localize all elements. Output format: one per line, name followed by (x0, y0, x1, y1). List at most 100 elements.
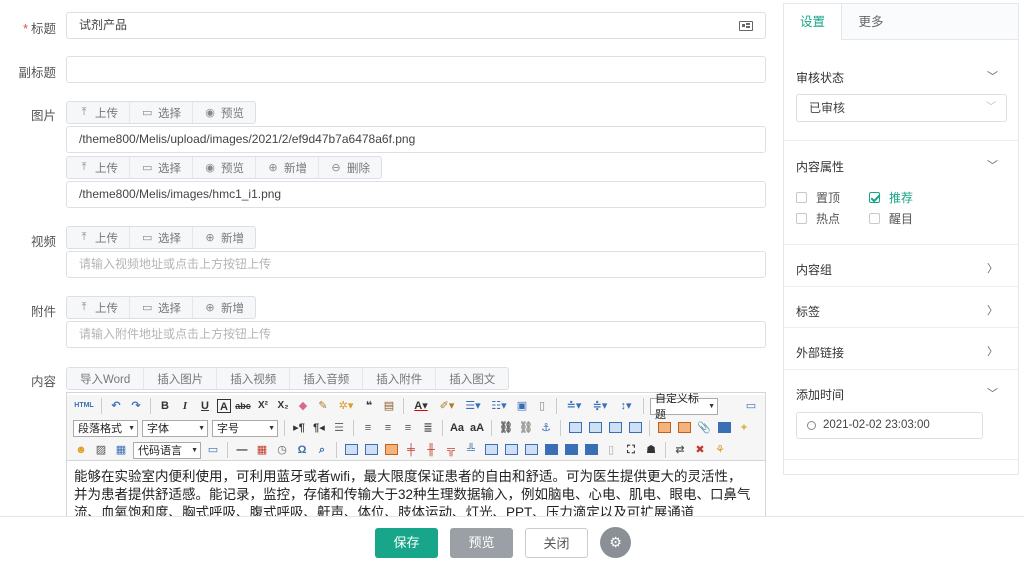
redo-icon[interactable]: ↷ (128, 398, 144, 414)
select-button[interactable]: ▭ 选择 (130, 227, 193, 248)
link-icon[interactable]: ⛓ (498, 420, 514, 436)
merge-down-icon[interactable] (523, 442, 539, 458)
blockquote-icon[interactable]: ❝ (361, 398, 377, 414)
upload-button[interactable]: ⤒ 上传 (67, 227, 130, 248)
drafts-icon[interactable]: ☗ (643, 442, 659, 458)
checkbox-highlight[interactable]: 醒目 (869, 210, 913, 227)
template-icon[interactable]: ▭ (205, 442, 221, 458)
align-justify-icon[interactable]: ≣ (420, 420, 436, 436)
review-status-select[interactable]: 已审核 ﹀ (796, 94, 1007, 122)
search-replace-icon[interactable]: ⌕ (314, 442, 330, 458)
indent-icon[interactable]: ☰ (331, 420, 347, 436)
emotion-icon[interactable]: ☻ (73, 442, 89, 458)
save-button[interactable]: 保存 (375, 528, 438, 558)
fullscreen-icon[interactable]: ▭ (743, 398, 759, 414)
italic-icon[interactable]: I (177, 398, 193, 414)
merge-cells-icon[interactable] (483, 442, 499, 458)
insert-col-icon[interactable]: ╦ (443, 442, 459, 458)
simple-upload-icon[interactable] (656, 420, 672, 436)
insert-article-button[interactable]: 插入图文 (436, 368, 508, 389)
editor-content[interactable]: 能够在实验室内便利使用，可利用蓝牙或者wifi，最大限度保证患者的自由和舒适。可… (67, 460, 765, 516)
preview-button[interactable]: 预览 (450, 528, 513, 558)
upload-button[interactable]: ⤒ 上传 (67, 157, 130, 178)
attr-title[interactable]: 内容属性 (796, 158, 844, 175)
tags-section[interactable]: 标签 〉 (784, 287, 1018, 328)
delete-row-icon[interactable]: ╫ (423, 442, 439, 458)
insert-video-button[interactable]: 插入视频 (217, 368, 291, 389)
review-title[interactable]: 审核状态 (796, 69, 844, 86)
paste-plain-icon[interactable]: ▤ (381, 398, 397, 414)
preview-button[interactable]: ◉ 预览 (193, 157, 256, 178)
import-word-button[interactable]: 导入Word (67, 368, 145, 389)
external-link-section[interactable]: 外部链接 〉 (784, 328, 1018, 370)
subscript-icon[interactable]: X₂ (275, 398, 291, 414)
title-input[interactable]: 试剂产品 (66, 12, 766, 39)
checkbox-top[interactable]: 置顶 (796, 189, 840, 206)
checkbox-recommend[interactable]: 推荐 (869, 189, 913, 206)
font-border-icon[interactable]: A (217, 399, 231, 413)
auto-format-icon[interactable]: ✲▾ (335, 398, 357, 414)
image-right-icon[interactable] (607, 420, 623, 436)
upload-button[interactable]: ⤒ 上传 (67, 102, 130, 123)
tab-settings[interactable]: 设置 (784, 4, 842, 41)
delete-button[interactable]: ⊖ 删除 (319, 157, 381, 178)
line-height-icon[interactable]: ↕▾ (615, 398, 637, 414)
insert-image-button[interactable]: 插入图片 (144, 368, 218, 389)
attachment-icon[interactable]: 📎 (696, 420, 712, 436)
rtl-icon[interactable]: ¶◂ (311, 420, 327, 436)
insert-audio-button[interactable]: 插入音频 (290, 368, 364, 389)
delete-col-icon[interactable]: ╩ (463, 442, 479, 458)
paragraph-format-select[interactable]: 段落格式 ▼ (73, 419, 138, 437)
chevron-down-icon[interactable]: ﹀ (987, 68, 998, 84)
split-rows-icon[interactable] (563, 442, 579, 458)
merge-right-icon[interactable] (503, 442, 519, 458)
attach-input[interactable]: 请输入附件地址或点击上方按钮上传 (66, 321, 766, 348)
multi-image-icon[interactable] (676, 420, 692, 436)
chevron-down-icon[interactable]: ﹀ (987, 385, 998, 401)
special-chars-icon[interactable]: Ω (294, 442, 310, 458)
ordered-list-icon[interactable]: ☰▾ (462, 398, 484, 414)
anchor-icon[interactable]: ⚓ (538, 420, 554, 436)
scrawl-icon[interactable]: ▨ (93, 442, 109, 458)
preview-button[interactable]: ◉ 预览 (193, 102, 255, 123)
background-color-icon[interactable]: ✐▾ (436, 398, 458, 414)
ltr-icon[interactable]: ▸¶ (291, 420, 307, 436)
image-path-input-2[interactable]: /theme800/Melis/images/hmc1_i1.png (66, 181, 766, 208)
subtitle-input[interactable] (66, 56, 766, 83)
bold-icon[interactable]: B (157, 398, 173, 414)
autotypeset-icon[interactable]: ⚘ (712, 442, 728, 458)
card-icon[interactable] (739, 21, 753, 31)
undo-icon[interactable]: ↶ (108, 398, 124, 414)
align-center-icon[interactable]: ≡ (380, 420, 396, 436)
lowercase-icon[interactable]: aA (469, 420, 485, 436)
upload-button[interactable]: ⤒ 上传 (67, 297, 130, 318)
underline-icon[interactable]: U (197, 398, 213, 414)
delete-table-icon[interactable] (363, 442, 379, 458)
content-group-section[interactable]: 内容组 〉 (784, 245, 1018, 287)
video-input[interactable]: 请输入视频地址或点击上方按钮上传 (66, 251, 766, 278)
split-cols-icon[interactable] (583, 442, 599, 458)
time-title[interactable]: 添加时间 (796, 386, 844, 403)
tab-more[interactable]: 更多 (842, 4, 900, 39)
unlink-icon[interactable]: ⛓ (518, 420, 534, 436)
video-icon[interactable] (716, 420, 732, 436)
strikethrough-icon[interactable]: abc (235, 398, 251, 414)
time-icon[interactable]: ◷ (274, 442, 290, 458)
date-icon[interactable]: ▦ (254, 442, 270, 458)
map-icon[interactable]: ✦ (736, 420, 752, 436)
insert-table-icon[interactable] (343, 442, 359, 458)
clear-doc-icon[interactable]: ▯ (534, 398, 550, 414)
unordered-list-icon[interactable]: ☷▾ (488, 398, 510, 414)
font-size-select[interactable]: 字号 ▼ (212, 419, 278, 437)
superscript-icon[interactable]: X² (255, 398, 271, 414)
align-right-icon[interactable]: ≡ (400, 420, 416, 436)
select-all-icon[interactable]: ▣ (514, 398, 530, 414)
format-brush-icon[interactable]: ✎ (315, 398, 331, 414)
custom-title-select[interactable]: 自定义标题 ▼ (650, 393, 718, 421)
insert-attachment-button[interactable]: 插入附件 (363, 368, 437, 389)
image-path-input-1[interactable]: /theme800/Melis/upload/images/2021/2/ef9… (66, 126, 766, 153)
checkbox-hot[interactable]: 热点 (796, 210, 840, 227)
chevron-down-icon[interactable]: ﹀ (987, 157, 998, 173)
wordimage-icon[interactable]: ⇄ (672, 442, 688, 458)
image-left-icon[interactable] (587, 420, 603, 436)
